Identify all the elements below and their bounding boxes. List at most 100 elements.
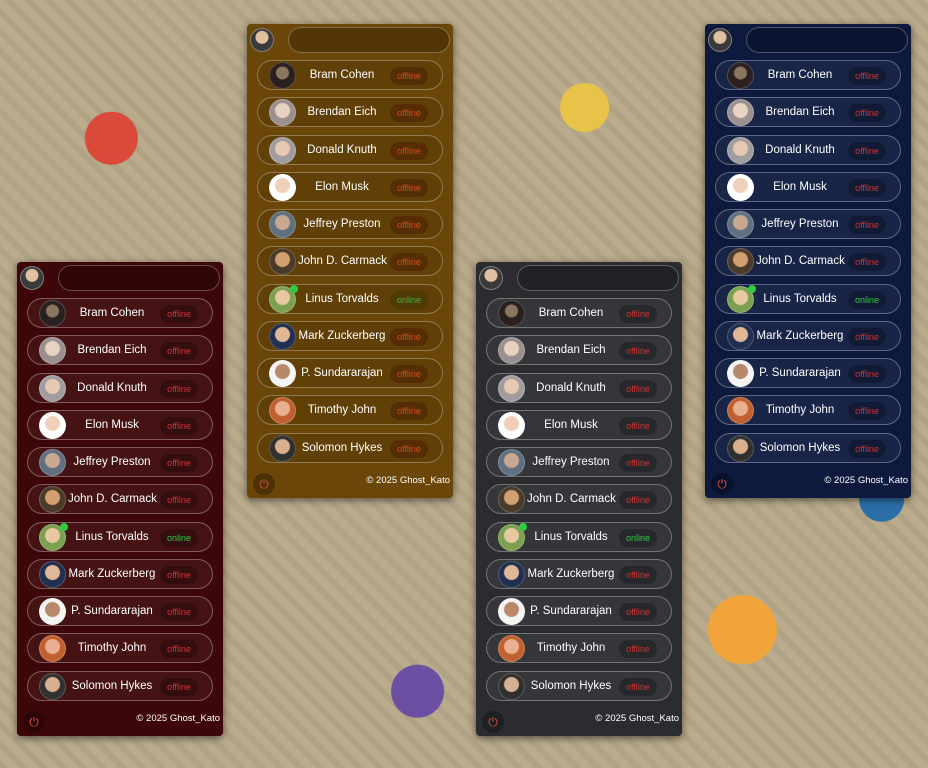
contact-item[interactable]: Donald Knuth offline [715, 134, 901, 165]
status-badge: offline [390, 141, 428, 160]
contact-item[interactable]: Jeffrey Preston offline [257, 209, 443, 239]
contact-name: Donald Knuth [307, 143, 377, 156]
contact-item[interactable]: Elon Musk offline [27, 409, 213, 440]
contact-item[interactable]: Donald Knuth offline [27, 372, 213, 403]
contact-item[interactable]: Solomon Hykes offline [27, 670, 213, 701]
contact-name: Bram Cohen [309, 69, 375, 81]
contact-item[interactable]: Timothy John offline [27, 633, 213, 664]
logout-icon[interactable]: ⏻ [482, 711, 504, 733]
contact-item[interactable]: P. Sundararajan offline [486, 596, 672, 626]
status-badge: offline [619, 342, 657, 361]
contact-name: Timothy John [307, 404, 377, 417]
search-input[interactable] [746, 27, 908, 53]
avatar [39, 560, 66, 588]
status-badge: online [390, 290, 428, 309]
contact-item[interactable]: Bram Cohen offline [257, 60, 443, 90]
contact-name: Elon Musk [315, 180, 369, 193]
contact-item[interactable]: Brendan Eich offline [257, 97, 443, 128]
logout-icon[interactable]: ⏻ [253, 473, 275, 495]
logout-icon[interactable]: ⏻ [23, 711, 45, 733]
online-dot-icon [519, 522, 527, 531]
contact-item[interactable]: P. Sundararajan offline [257, 358, 443, 388]
contact-name: Donald Knuth [77, 381, 147, 394]
contact-item[interactable]: P. Sundararajan offline [715, 358, 901, 388]
status-badge: online [848, 290, 886, 309]
contact-item[interactable]: Elon Musk offline [715, 171, 901, 202]
contact-item[interactable]: Timothy John offline [715, 395, 901, 426]
user-avatar-icon[interactable] [250, 28, 274, 52]
contact-name: P. Sundararajan [530, 605, 612, 617]
contact-item[interactable]: Elon Musk offline [486, 409, 672, 440]
user-avatar-icon[interactable] [708, 28, 732, 52]
contact-item[interactable]: Linus Torvalds online [486, 521, 672, 552]
user-avatar-icon[interactable] [20, 266, 44, 290]
user-avatar-icon[interactable] [479, 266, 503, 290]
avatar [498, 411, 525, 439]
contact-item[interactable]: Donald Knuth offline [486, 372, 672, 403]
contact-item[interactable]: Linus Torvalds online [715, 283, 901, 314]
online-dot-icon [290, 284, 298, 293]
contact-item[interactable]: Brendan Eich offline [27, 335, 213, 366]
contact-item[interactable]: Mark Zuckerberg offline [27, 558, 213, 589]
search-input[interactable] [517, 265, 679, 291]
avatar [269, 211, 296, 238]
panel-header [479, 265, 679, 291]
contact-item[interactable]: Mark Zuckerberg offline [257, 320, 443, 351]
contact-item[interactable]: Solomon Hykes offline [257, 432, 443, 463]
contact-item[interactable]: John D. Carmack offline [486, 484, 672, 515]
contact-item[interactable]: Brendan Eich offline [486, 335, 672, 366]
avatar [269, 173, 296, 201]
panel-header [250, 27, 450, 53]
contact-item[interactable]: John D. Carmack offline [257, 246, 443, 277]
contact-name: John D. Carmack [756, 255, 845, 268]
contact-name: Bram Cohen [538, 307, 604, 319]
status-badge: online [160, 528, 198, 547]
contact-name: Timothy John [536, 642, 606, 655]
contact-item[interactable]: Jeffrey Preston offline [27, 447, 213, 477]
contact-item[interactable]: Jeffrey Preston offline [715, 209, 901, 239]
avatar [498, 598, 525, 625]
contact-name: Donald Knuth [536, 381, 606, 394]
contact-name: Elon Musk [773, 180, 827, 193]
contact-item[interactable]: Timothy John offline [257, 395, 443, 426]
status-badge: offline [390, 178, 428, 197]
avatar [727, 360, 754, 387]
status-badge: offline [160, 416, 198, 435]
status-badge: offline [390, 327, 428, 346]
contact-item[interactable]: Solomon Hykes offline [486, 670, 672, 701]
status-badge: offline [160, 603, 198, 621]
status-badge: offline [619, 305, 657, 323]
contact-item[interactable]: Brendan Eich offline [715, 97, 901, 128]
search-input[interactable] [58, 265, 220, 291]
contact-item[interactable]: Timothy John offline [486, 633, 672, 664]
contact-item[interactable]: Jeffrey Preston offline [486, 447, 672, 477]
avatar [498, 300, 525, 327]
logout-icon[interactable]: ⏻ [711, 473, 733, 495]
contact-item[interactable]: Bram Cohen offline [27, 298, 213, 328]
online-dot-icon [60, 522, 68, 531]
avatar [39, 449, 66, 476]
contact-item[interactable]: Mark Zuckerberg offline [486, 558, 672, 589]
status-badge: offline [160, 491, 198, 510]
contact-item[interactable]: Elon Musk offline [257, 171, 443, 202]
contact-item[interactable]: Bram Cohen offline [715, 60, 901, 90]
contact-item[interactable]: Mark Zuckerberg offline [715, 320, 901, 351]
contact-item[interactable]: Linus Torvalds online [27, 521, 213, 552]
status-badge: offline [390, 253, 428, 272]
contact-name: Timothy John [765, 404, 835, 417]
contact-item[interactable]: Donald Knuth offline [257, 134, 443, 165]
contact-name: Timothy John [77, 642, 147, 655]
status-badge: offline [390, 439, 428, 458]
contact-item[interactable]: Bram Cohen offline [486, 298, 672, 328]
contact-item[interactable]: Linus Torvalds online [257, 283, 443, 314]
status-badge: offline [848, 216, 886, 234]
avatar [498, 672, 525, 700]
contact-item[interactable]: John D. Carmack offline [27, 484, 213, 515]
avatar [39, 486, 66, 514]
status-badge: offline [390, 365, 428, 383]
search-input[interactable] [288, 27, 450, 53]
contact-item[interactable]: P. Sundararajan offline [27, 596, 213, 626]
contact-item[interactable]: Solomon Hykes offline [715, 432, 901, 463]
contact-item[interactable]: John D. Carmack offline [715, 246, 901, 277]
avatar [727, 211, 754, 238]
